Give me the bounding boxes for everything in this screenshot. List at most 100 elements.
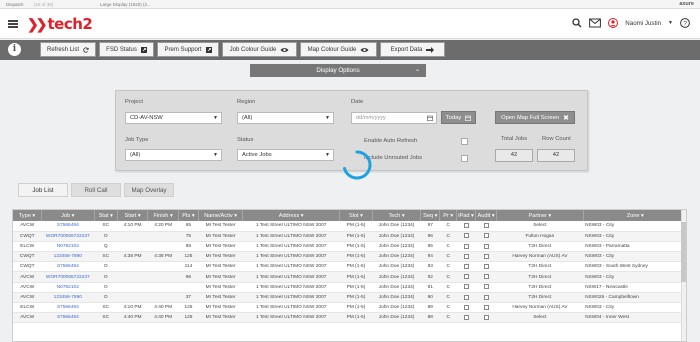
audit-checkbox[interactable] bbox=[483, 243, 489, 249]
cell-job[interactable]: S7566494 bbox=[41, 221, 95, 232]
hamburger-menu-icon[interactable] bbox=[8, 20, 18, 28]
table-scrollbar-thumb[interactable] bbox=[681, 222, 686, 282]
auto-refresh-checkbox[interactable] bbox=[461, 138, 468, 145]
ipad-checkbox[interactable] bbox=[463, 294, 469, 300]
refresh-list-button[interactable]: Refresh List bbox=[40, 42, 96, 57]
ipad-checkbox[interactable] bbox=[463, 314, 469, 320]
table-row[interactable]: ELCW S7566494 SC 4:10 PM 4:40 PM 125 Mr Test T… bbox=[13, 302, 686, 314]
job-colour-guide-button[interactable]: Job Colour Guide bbox=[222, 42, 297, 57]
cell-zone: NSW03 - City bbox=[583, 302, 686, 314]
cell-job[interactable]: S7566494 bbox=[41, 261, 95, 273]
column-header-audit[interactable]: Audit ▾ bbox=[475, 210, 498, 221]
map-colour-guide-button[interactable]: Map Colour Guide bbox=[300, 42, 377, 57]
audit-checkbox[interactable] bbox=[483, 314, 489, 320]
cell-job[interactable]: N0762102 bbox=[41, 241, 95, 253]
ipad-checkbox[interactable] bbox=[463, 233, 469, 239]
ipad-checkbox[interactable] bbox=[463, 284, 469, 290]
date-input[interactable]: dd/mm/yyyy bbox=[351, 112, 437, 124]
audit-checkbox[interactable] bbox=[483, 253, 489, 259]
fsd-status-button[interactable]: FSD Status bbox=[99, 42, 154, 57]
cell-type: AVCW bbox=[13, 221, 42, 232]
prem-support-button[interactable]: Prem Support bbox=[157, 42, 219, 57]
table-row[interactable]: CWQT S7566494 O 114 Mr Test Tester 1 Test Str… bbox=[13, 261, 686, 273]
column-header-partner[interactable]: Partner ▾ bbox=[496, 210, 584, 221]
cell-seq: 94 bbox=[420, 251, 440, 263]
column-header-ipad[interactable]: iPad ▾ bbox=[456, 210, 477, 221]
ipad-checkbox[interactable] bbox=[463, 243, 469, 249]
column-header-name-activ[interactable]: Name/Activ ▾ bbox=[198, 210, 244, 221]
tab-job-list[interactable]: Job List bbox=[18, 183, 68, 197]
info-icon[interactable]: i bbox=[8, 43, 21, 56]
column-header-start[interactable]: Start ▾ bbox=[117, 210, 149, 221]
table-row[interactable]: ELCW N0762102 Q 88 Mr Test Tester 1 Test Stre… bbox=[13, 241, 686, 253]
open-map-full-screen-button[interactable]: Open Map Full Screen ✖ bbox=[495, 111, 575, 124]
user-avatar-icon[interactable] bbox=[608, 18, 619, 28]
audit-checkbox[interactable] bbox=[483, 263, 489, 269]
table-row[interactable]: AVCW WOR700065722237 O 96 Mr Test Tester 1 Te… bbox=[13, 271, 686, 283]
tab-map-overlay[interactable]: Map Overlay bbox=[124, 183, 174, 197]
cell-job[interactable]: S7566494 bbox=[41, 302, 95, 314]
export-data-button[interactable]: Export Data bbox=[380, 42, 445, 57]
table-row[interactable]: CWQT WOR700065722237 O 75 Mr Test Tester 1 Te… bbox=[13, 231, 686, 242]
cell-seq: 91 bbox=[420, 282, 440, 293]
search-icon[interactable] bbox=[572, 18, 582, 28]
chevron-down-icon[interactable]: ▼ bbox=[668, 20, 673, 26]
column-header-seq[interactable]: Seq ▾ bbox=[420, 210, 441, 221]
cell-zone: NSW03 - South West Sydney bbox=[583, 261, 686, 273]
cell-job[interactable]: S7566494 bbox=[41, 312, 95, 324]
logo-chevrons-icon: ❯❯ bbox=[27, 15, 48, 32]
job-type-select[interactable]: (All) ▼ bbox=[125, 149, 222, 161]
column-header-finish[interactable]: Finish ▾ bbox=[147, 210, 179, 221]
cell-pts: 96 bbox=[178, 271, 199, 283]
ipad-checkbox[interactable] bbox=[463, 222, 469, 228]
cell-job[interactable]: N0762102 bbox=[41, 282, 95, 293]
column-header-type[interactable]: Type ▾ bbox=[13, 210, 42, 221]
column-header-address[interactable]: Address ▾ bbox=[242, 210, 341, 221]
region-select[interactable]: (All) ▼ bbox=[237, 112, 334, 124]
cell-audit bbox=[475, 271, 497, 283]
table-row[interactable]: CWQT 123456-7890 SC 4:38 PM 4:38 PM 125 Mr Tes… bbox=[13, 251, 686, 263]
audit-checkbox[interactable] bbox=[483, 274, 489, 280]
audit-checkbox[interactable] bbox=[483, 233, 489, 239]
cell-job[interactable]: 123456-7890 bbox=[41, 292, 95, 304]
status-select[interactable]: Active Jobs ▼ bbox=[237, 149, 334, 161]
audit-checkbox[interactable] bbox=[483, 222, 489, 228]
cell-job[interactable]: WOR700065722237 bbox=[41, 231, 95, 242]
column-header-zone[interactable]: Zone ▾ bbox=[583, 210, 686, 221]
table-row[interactable]: AVCW S7566494 SC 4:40 PM 4:40 PM 125 Mr Test T… bbox=[13, 312, 686, 324]
table-row[interactable]: AVCW 123456-7890 O 37 Mr Test Tester 1 Test S… bbox=[13, 292, 686, 304]
column-header-job[interactable]: Job ▾ bbox=[41, 210, 95, 221]
cell-tech: John Doe (1234) bbox=[372, 302, 421, 314]
chevron-down-icon: ▼ bbox=[325, 115, 330, 121]
display-options-toggle[interactable]: Display Options ⌄ bbox=[250, 64, 426, 77]
column-header-pts[interactable]: Pts ▾ bbox=[178, 210, 199, 221]
export-data-label: Export Data bbox=[390, 46, 423, 53]
mail-icon[interactable] bbox=[589, 18, 602, 28]
browser-tab-large-display[interactable]: Large Display (1920) (2... bbox=[100, 2, 151, 7]
sort-icon: ▾ bbox=[168, 212, 173, 219]
table-row[interactable]: AVCW N0762102 O Mr Test Tester 1 Test Street… bbox=[13, 282, 686, 293]
column-header-stat[interactable]: Stat ▾ bbox=[94, 210, 118, 221]
project-select[interactable]: CD-AV-NSW ▼ bbox=[125, 112, 222, 124]
column-header-pr[interactable]: Pr ▾ bbox=[439, 210, 458, 221]
user-name[interactable]: Naomi Justin bbox=[625, 20, 661, 27]
table-row[interactable]: AVCW S7566494 SC 4:10 PM 4:20 PM 65 Mr Test Te… bbox=[13, 221, 686, 232]
column-header-tech[interactable]: Tech ▾ bbox=[372, 210, 422, 221]
cell-job[interactable]: 123456-7890 bbox=[41, 251, 95, 263]
column-header-slot[interactable]: Slot ▾ bbox=[339, 210, 373, 221]
ipad-checkbox[interactable] bbox=[463, 274, 469, 280]
cell-job[interactable]: WOR700065722237 bbox=[41, 271, 95, 283]
cell-slot: PM (1-5) bbox=[339, 271, 373, 283]
audit-checkbox[interactable] bbox=[483, 284, 489, 290]
audit-checkbox[interactable] bbox=[483, 294, 489, 300]
browser-tab-dispatch[interactable]: Dispatch bbox=[6, 2, 24, 7]
ipad-checkbox[interactable] bbox=[463, 263, 469, 269]
help-icon[interactable]: ? bbox=[680, 18, 690, 28]
today-button[interactable]: Today bbox=[441, 111, 476, 124]
unrouted-checkbox[interactable] bbox=[461, 155, 468, 162]
cell-pr: C bbox=[439, 241, 457, 253]
ipad-checkbox[interactable] bbox=[463, 253, 469, 259]
audit-checkbox[interactable] bbox=[483, 304, 489, 310]
tab-roll-call[interactable]: Roll Call bbox=[71, 183, 121, 197]
ipad-checkbox[interactable] bbox=[463, 304, 469, 310]
